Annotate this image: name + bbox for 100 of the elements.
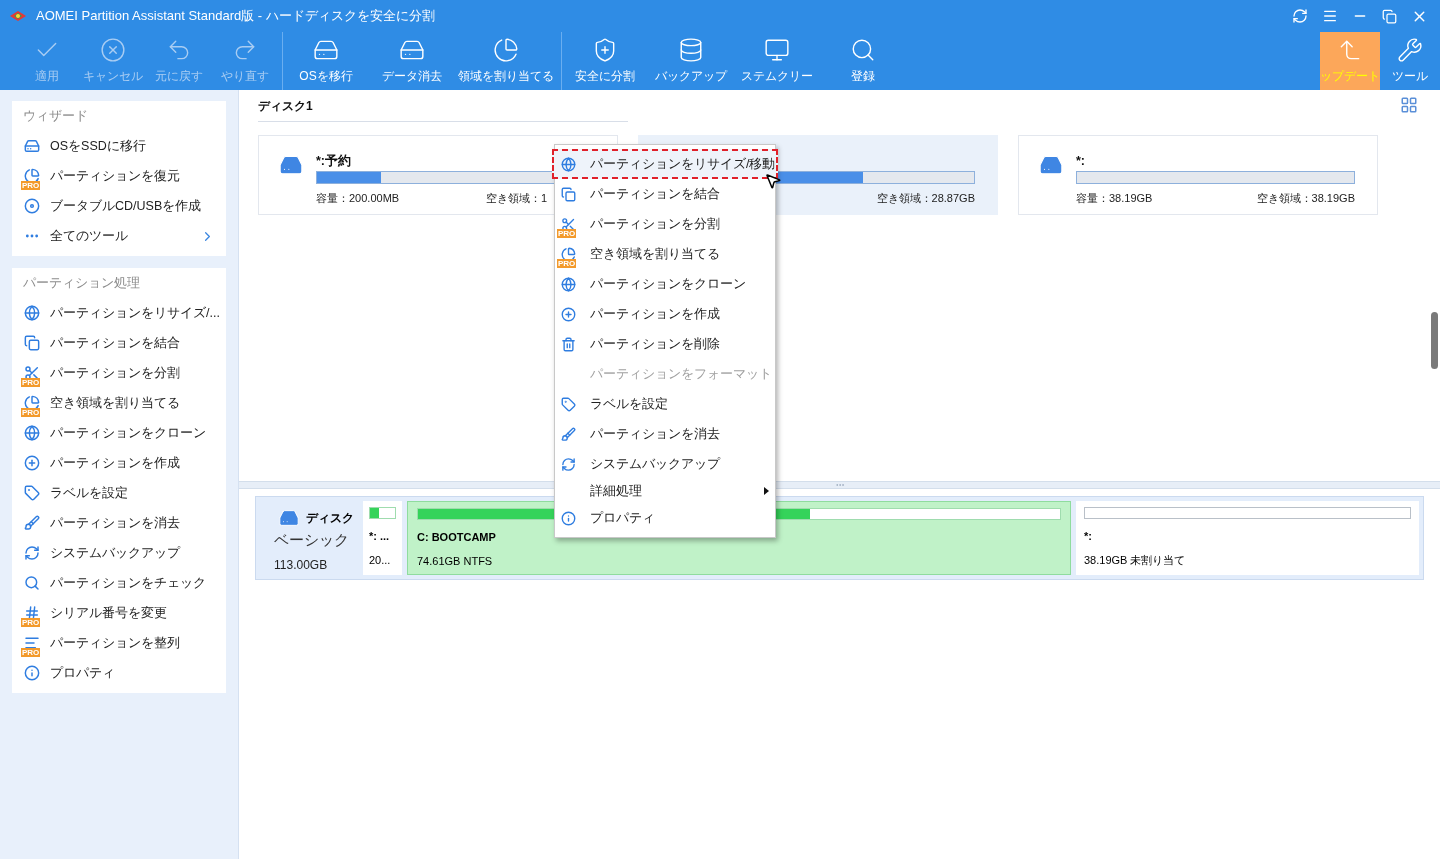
pie-chart-icon <box>24 395 40 411</box>
sidebar-item[interactable]: パーティションをチェック <box>12 568 226 598</box>
window-title: AOMEI Partition Assistant Standard版 - ハードディスクを安全に分割 <box>36 7 435 26</box>
sidebar-item[interactable]: ブータブルCD/USBを作成 <box>12 191 226 221</box>
submenu-arrow-icon <box>764 487 769 495</box>
capacity-text: 容量：38.19GB <box>1076 191 1153 206</box>
disc-icon <box>24 198 40 214</box>
tag-icon <box>24 485 40 501</box>
sidebar-item[interactable]: プロパティ <box>12 658 226 688</box>
info-icon <box>560 510 576 526</box>
sidebar-item[interactable]: パーティションを結合 <box>12 328 226 358</box>
app-logo-icon <box>8 8 28 24</box>
disk-size: 113.00GB <box>274 556 329 574</box>
cancel-icon <box>100 37 126 63</box>
database-icon <box>678 37 704 63</box>
wrench-icon <box>1397 37 1423 63</box>
sidebar-item[interactable]: OSをSSDに移行 <box>12 131 226 161</box>
sidebar-item[interactable]: PRO パーティションを分割 <box>12 358 226 388</box>
restore-icon[interactable] <box>1382 8 1397 24</box>
sidebar-item[interactable]: ラベルを設定 <box>12 478 226 508</box>
partition-name: *: <box>1076 153 1086 168</box>
toolbar-button[interactable]: ツール <box>1380 32 1440 90</box>
info-icon <box>24 665 40 681</box>
refresh-icon <box>24 545 40 561</box>
menu-item[interactable]: ラベルを設定 <box>555 389 775 419</box>
globe-icon <box>24 305 40 321</box>
partition-name: *:予約 <box>316 153 352 168</box>
toolbar-button[interactable]: OSを移行 <box>283 32 369 90</box>
plus-icon <box>560 306 576 322</box>
drive-icon <box>278 507 300 529</box>
sidebar-item[interactable]: PRO 空き領域を割り当てる <box>12 388 226 418</box>
refresh-icon[interactable] <box>1292 8 1308 24</box>
toolbar-button[interactable]: データ消去 <box>369 32 455 90</box>
sidebar-item[interactable]: パーティションを作成 <box>12 448 226 478</box>
free-space-text: 空き領域：1 <box>485 191 547 206</box>
monitor-icon <box>764 37 790 63</box>
partition-detail: 20... <box>369 552 392 568</box>
pro-badge: PRO <box>21 408 41 417</box>
partition-label: *: <box>1084 529 1093 544</box>
pro-badge: PRO <box>21 181 41 190</box>
refresh-icon <box>560 456 576 472</box>
menu-item[interactable]: パーティションを削除 <box>555 329 775 359</box>
partition-detail: 74.61GB NTFS <box>417 553 494 569</box>
sidebar-item[interactable]: PRO パーティションを復元 <box>12 161 226 191</box>
copy-icon <box>24 335 40 351</box>
globe-icon <box>560 276 576 292</box>
partition-block[interactable]: *: 38.19GB 未割り当て <box>1076 501 1419 575</box>
free-space-text: 空き領域：28.87GB <box>876 191 975 206</box>
globe-icon <box>24 425 40 441</box>
sidebar-item[interactable]: 全てのツール <box>12 221 226 251</box>
partition-block[interactable]: *: ... 20... <box>363 501 402 575</box>
tag-icon <box>560 396 576 412</box>
menu-item[interactable]: パーティションをリサイズ/移動 <box>552 149 778 179</box>
search-icon <box>850 37 876 63</box>
toolbar-button[interactable]: 登録 <box>820 32 906 90</box>
menu-item[interactable]: PRO 空き領域を割り当てる <box>555 239 775 269</box>
brush-icon <box>24 515 40 531</box>
pro-badge: PRO <box>557 259 577 268</box>
free-space-text: 空き領域：38.19GB <box>1256 191 1355 206</box>
align-icon <box>24 635 40 651</box>
pro-badge: PRO <box>21 618 41 627</box>
sidebar-item[interactable]: パーティションをリサイズ/... <box>12 298 226 328</box>
pro-badge: PRO <box>557 229 577 238</box>
sidebar-item[interactable]: PRO シリアル番号を変更 <box>12 598 226 628</box>
number-icon <box>24 605 40 621</box>
menu-item[interactable]: パーティションを作成 <box>555 299 775 329</box>
menu-item[interactable]: プロパティ <box>555 503 775 533</box>
partition-label: *: ... <box>369 529 391 544</box>
partition-card[interactable]: *: 容量：38.19GB 空き領域：38.19GB <box>1018 135 1378 215</box>
menu-item[interactable]: パーティションをクローン <box>555 269 775 299</box>
copy-icon <box>560 186 576 202</box>
toolbar-button[interactable]: 領域を割り当てる <box>455 32 557 90</box>
pie-chart-icon <box>24 168 40 184</box>
capacity-text: 容量：200.00MB <box>316 191 400 206</box>
sidebar-item[interactable]: パーティションをクローン <box>12 418 226 448</box>
view-toggle-icon[interactable] <box>1400 96 1418 114</box>
section-title: ウィザード <box>22 107 89 126</box>
pie-chart-icon <box>560 246 576 262</box>
toolbar-button[interactable]: 安全に分割 <box>562 32 648 90</box>
section-title: パーティション処理 <box>22 274 141 293</box>
sidebar-item[interactable]: パーティションを消去 <box>12 508 226 538</box>
toolbar-button[interactable]: バックアップ <box>648 32 734 90</box>
trash-icon <box>560 336 576 352</box>
menu-item[interactable]: パーティションを消去 <box>555 419 775 449</box>
partition-detail: 38.19GB 未割り当て <box>1084 552 1187 568</box>
plus-icon <box>24 455 40 471</box>
toolbar-button[interactable]: ステムクリー <box>734 32 820 90</box>
disk-type: ベーシック <box>274 530 350 550</box>
brush-icon <box>560 426 576 442</box>
disk-name: ディスク <box>306 510 354 527</box>
scissors-icon <box>24 365 40 381</box>
pro-badge: PRO <box>21 648 41 657</box>
menu-icon[interactable] <box>1322 8 1338 24</box>
globe-icon <box>560 156 576 172</box>
sidebar-item[interactable]: システムバックアップ <box>12 538 226 568</box>
scrollbar-thumb[interactable] <box>1431 312 1438 369</box>
menu-item[interactable]: システムバックアップ <box>555 449 775 479</box>
pie-chart-icon <box>493 37 519 63</box>
search-icon <box>24 575 40 591</box>
sidebar-item[interactable]: PRO パーティションを整列 <box>12 628 226 658</box>
